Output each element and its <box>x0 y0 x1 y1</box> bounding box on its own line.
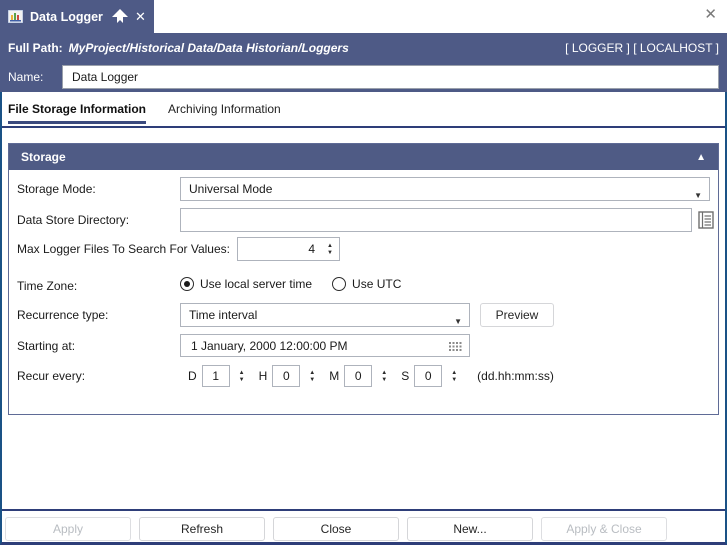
tab-close-icon[interactable]: ✕ <box>135 10 146 23</box>
days-spinner-arrows-icon[interactable]: ▲ ▼ <box>239 365 245 387</box>
storage-mode-label: Storage Mode: <box>17 182 96 196</box>
document-tab-bar: Data Logger ✕ ✕ <box>0 0 727 33</box>
tab-archiving-information[interactable]: Archiving Information <box>168 100 281 121</box>
bottom-button-row: Apply Refresh Close New... Apply & Close <box>5 517 667 541</box>
close-button[interactable]: Close <box>273 517 399 541</box>
storage-group-title: Storage <box>21 150 66 164</box>
minutes-input[interactable] <box>344 365 373 387</box>
storage-mode-dropdown[interactable]: Universal Mode ▼ <box>180 177 710 201</box>
full-path-label: Full Path: <box>8 40 63 55</box>
starting-at-label: Starting at: <box>17 339 76 353</box>
data-store-directory-input[interactable] <box>180 208 692 232</box>
bar-chart-icon <box>8 10 23 23</box>
recur-every-controls: D ▲▼ H ▲▼ M ▲▼ S ▲▼ (dd.hh:mm:ss) <box>188 364 554 388</box>
storage-mode-value: Universal Mode <box>189 182 273 196</box>
document-tab-data-logger[interactable]: Data Logger ✕ <box>0 0 154 33</box>
context-badges: [ LOGGER ] [ LOCALHOST ] <box>565 40 719 55</box>
minutes-unit-label: M <box>329 369 340 383</box>
seconds-input[interactable] <box>414 365 443 387</box>
apply-and-close-button[interactable]: Apply & Close <box>541 517 667 541</box>
radio-use-utc-label[interactable]: Use UTC <box>352 277 401 291</box>
data-logger-window: Data Logger ✕ ✕ Full Path: MyProject/His… <box>0 0 727 545</box>
tab-file-storage-information[interactable]: File Storage Information <box>8 100 147 124</box>
page-tab-strip: File Storage Information Archiving Infor… <box>8 100 281 126</box>
max-logger-files-value: 4 <box>308 242 315 256</box>
time-zone-options: Use local server time Use UTC <box>180 277 415 291</box>
max-logger-files-label: Max Logger Files To Search For Values: <box>17 242 230 256</box>
refresh-button[interactable]: Refresh <box>139 517 265 541</box>
date-picker-grid-icon[interactable] <box>449 342 462 352</box>
data-store-directory-label: Data Store Directory: <box>17 213 130 227</box>
hours-spinner-arrows-icon[interactable]: ▲ ▼ <box>309 365 315 387</box>
apply-button[interactable]: Apply <box>5 517 131 541</box>
storage-group-header[interactable]: Storage ▲ <box>9 144 718 170</box>
new-button[interactable]: New... <box>407 517 533 541</box>
minutes-spinner-arrows-icon[interactable]: ▲ ▼ <box>381 365 387 387</box>
format-hint: (dd.hh:mm:ss) <box>477 369 554 383</box>
max-logger-files-spinner[interactable]: 4 ▲ ▼ <box>237 237 340 261</box>
hours-input[interactable] <box>272 365 301 387</box>
seconds-unit-label: S <box>401 369 410 383</box>
recurrence-type-value: Time interval <box>189 308 258 322</box>
name-bar: Name: <box>0 62 727 92</box>
recur-every-label: Recur every: <box>17 369 86 383</box>
window-close-icon[interactable]: ✕ <box>704 7 717 22</box>
promote-up-icon[interactable] <box>111 9 128 24</box>
radio-local-server-time[interactable] <box>180 277 194 291</box>
name-label: Name: <box>8 70 44 84</box>
days-input[interactable] <box>201 365 230 387</box>
full-path-value: MyProject/Historical Data/Data Historian… <box>68 40 349 55</box>
spinner-arrows-icon[interactable]: ▲ ▼ <box>327 238 333 260</box>
starting-at-value: 1 January, 2000 12:00:00 PM <box>191 339 348 353</box>
chevron-down-icon: ▼ <box>454 317 462 326</box>
tab-title: Data Logger <box>30 9 103 24</box>
chevron-down-icon: ▼ <box>694 191 702 200</box>
radio-use-utc[interactable] <box>332 277 347 291</box>
radio-local-server-time-label[interactable]: Use local server time <box>200 277 312 291</box>
button-row-divider <box>0 509 727 511</box>
starting-at-field[interactable]: 1 January, 2000 12:00:00 PM <box>180 334 470 357</box>
name-input[interactable] <box>62 65 719 89</box>
recurrence-type-label: Recurrence type: <box>17 308 109 322</box>
tab-strip-divider <box>0 126 727 128</box>
seconds-spinner-arrows-icon[interactable]: ▲ ▼ <box>451 365 457 387</box>
hours-unit-label: H <box>258 369 268 383</box>
collapse-arrow-icon[interactable]: ▲ <box>696 152 706 163</box>
days-unit-label: D <box>188 369 197 383</box>
storage-group: Storage ▲ Storage Mode: Universal Mode ▼… <box>8 143 719 415</box>
full-path-bar: Full Path: MyProject/Historical Data/Dat… <box>0 33 727 62</box>
recurrence-type-dropdown[interactable]: Time interval ▼ <box>180 303 470 327</box>
time-zone-label: Time Zone: <box>17 279 78 293</box>
preview-button[interactable]: Preview <box>480 303 554 327</box>
browse-directory-icon[interactable] <box>696 208 716 232</box>
